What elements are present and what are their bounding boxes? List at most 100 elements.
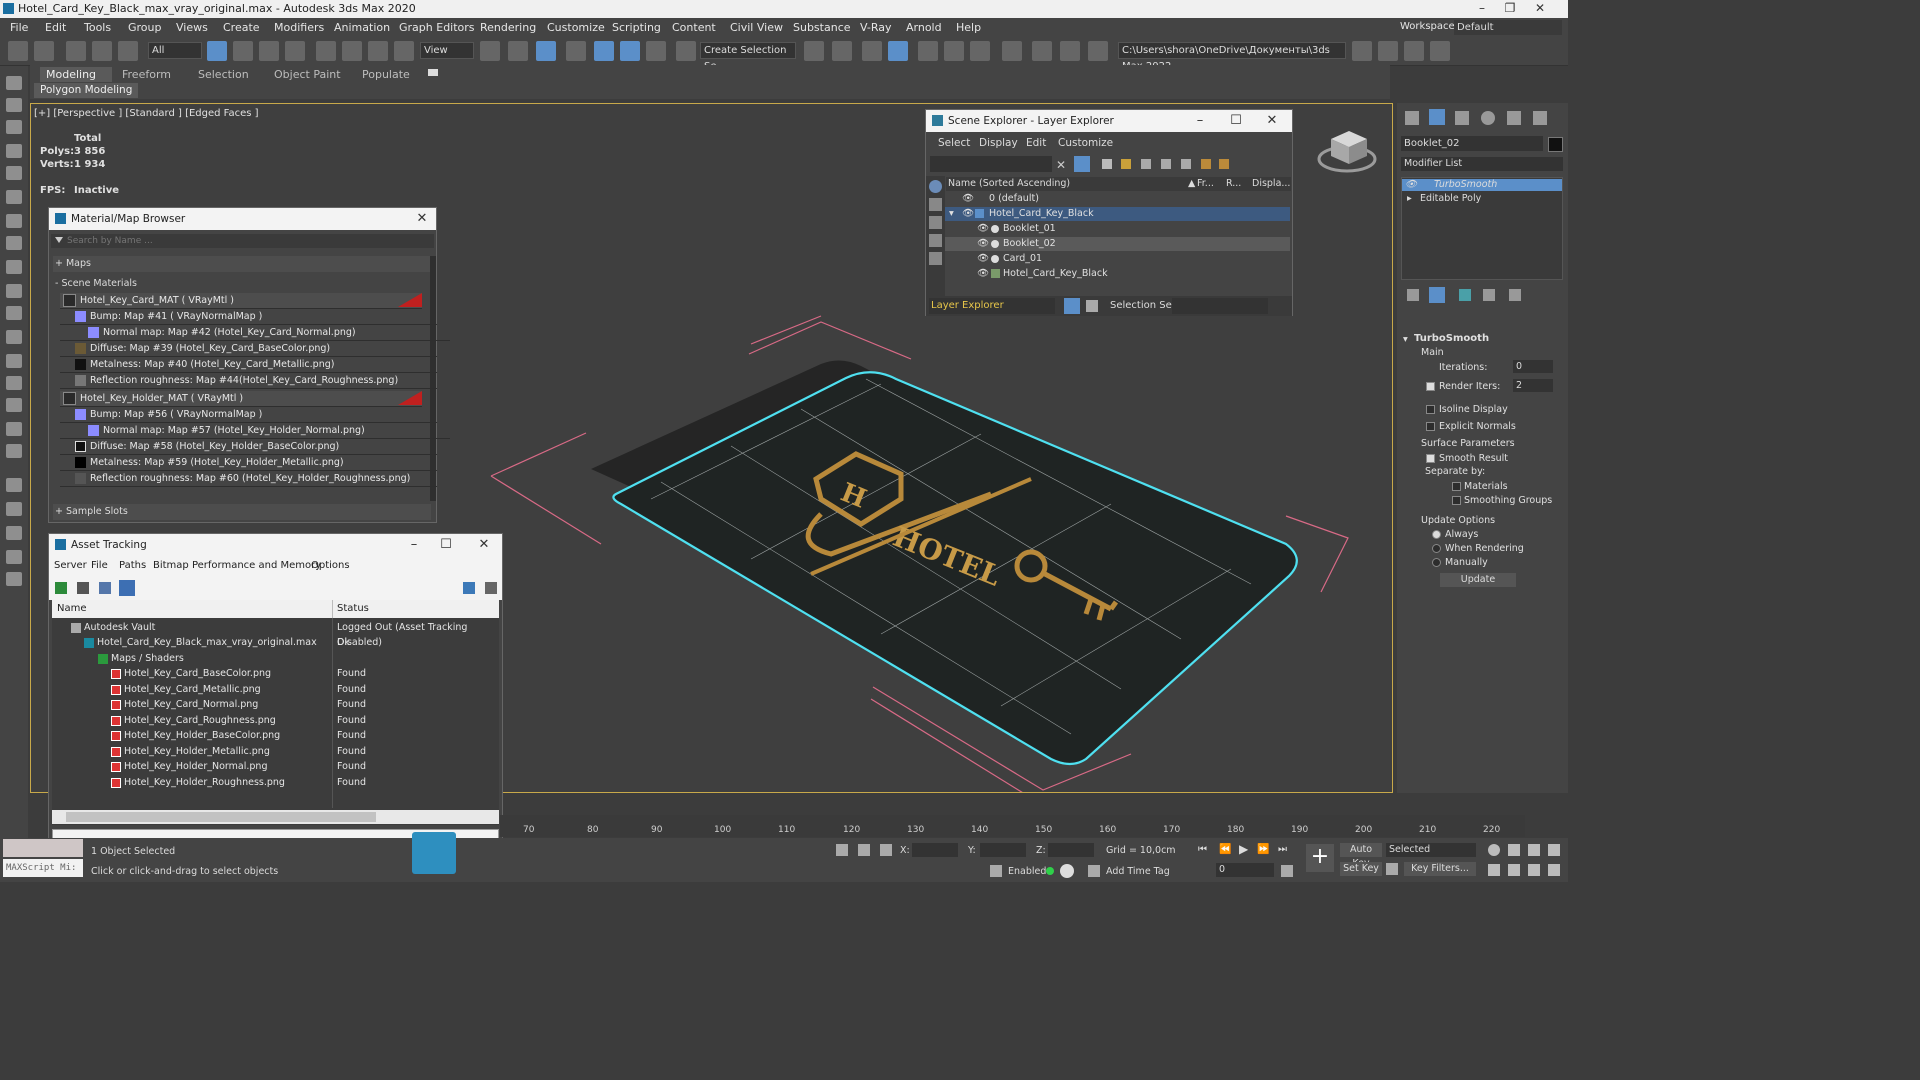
sun-icon[interactable] <box>6 144 22 158</box>
menu-content[interactable]: Content <box>672 21 716 34</box>
table-row[interactable]: Hotel_Key_Card_Metallic.png Found <box>53 682 500 697</box>
display-none-icon[interactable] <box>929 180 942 193</box>
configure-sets-icon[interactable] <box>1509 289 1521 301</box>
align-icon[interactable] <box>832 41 852 61</box>
sort-ascending-icon[interactable]: ▲ <box>1188 177 1195 191</box>
place-icon[interactable] <box>394 41 414 61</box>
render-iters-checkbox[interactable] <box>1426 382 1435 391</box>
layer-mode-icon[interactable] <box>1064 298 1080 314</box>
menu-create[interactable]: Create <box>223 21 260 34</box>
thumbnail-view-icon[interactable] <box>99 582 111 594</box>
table-row[interactable]: Hotel_Key_Card_Normal.png Found <box>53 697 500 712</box>
tools-icon[interactable] <box>6 478 22 492</box>
table-row[interactable]: Hotel_Key_Holder_Roughness.png Found <box>53 775 500 790</box>
hierarchy-tab-icon[interactable] <box>1455 111 1469 125</box>
menu-scripting[interactable]: Scripting <box>612 21 661 34</box>
edit-named-selection-icon[interactable] <box>676 41 696 61</box>
tab-modeling[interactable]: Modeling <box>40 67 112 82</box>
table-row[interactable]: 👁 Hotel_Card_Key_Black <box>945 267 1290 281</box>
adaptive-degradation-icon[interactable] <box>990 865 1002 877</box>
modify-tab-icon[interactable] <box>1429 109 1445 125</box>
list-item[interactable]: Diffuse: Map #58 (Hotel_Key_Holder_BaseC… <box>60 439 437 455</box>
asset-menu-paths[interactable]: Paths <box>119 560 146 571</box>
scene-maximize-icon[interactable]: ☐ <box>1222 110 1250 132</box>
turbosmooth-rollout-title[interactable]: TurboSmooth <box>1414 333 1489 344</box>
go-to-start-icon[interactable]: ⏮ <box>1198 844 1207 855</box>
go-to-end-icon[interactable]: ⏭ <box>1278 844 1287 855</box>
motion-tab-icon[interactable] <box>1481 111 1495 125</box>
snap-grid-icon[interactable] <box>6 550 22 564</box>
selected-key-dropdown[interactable]: Selected <box>1386 843 1476 857</box>
visibility-eye-icon[interactable]: 👁 <box>977 252 989 266</box>
reference-coord-dropdown[interactable]: View <box>420 42 474 59</box>
selection-filter-dropdown[interactable]: All <box>148 42 202 59</box>
keyboard-shortcut-icon[interactable] <box>536 41 556 61</box>
select-by-name-icon[interactable] <box>233 41 253 61</box>
list-item[interactable]: Hotel_Key_Holder_MAT ( VRayMtl ) <box>60 391 422 407</box>
tab-freeform[interactable]: Freeform <box>116 67 177 82</box>
asset-close-icon[interactable]: ✕ <box>470 534 498 556</box>
project-path-dropdown[interactable]: C:\Users\shora\OneDrive\Документы\3ds Ma… <box>1118 42 1346 72</box>
menu-group[interactable]: Group <box>128 21 162 34</box>
utilities-tab-icon[interactable] <box>1533 111 1547 125</box>
selection-lock-icon[interactable] <box>858 844 870 856</box>
list-item[interactable]: Diffuse: Map #39 (Hotel_Key_Card_BaseCol… <box>60 341 437 357</box>
update-button[interactable]: Update <box>1440 573 1516 587</box>
array-icon[interactable] <box>6 572 22 586</box>
save-icon[interactable] <box>1404 41 1424 61</box>
layer-stack-icon[interactable] <box>1181 159 1191 169</box>
table-row[interactable]: 👁 Booklet_01 <box>945 222 1290 236</box>
pin-stack-icon[interactable] <box>1407 289 1419 301</box>
helper-filter-icon[interactable] <box>929 252 942 265</box>
asset-settings-icon[interactable] <box>485 582 497 594</box>
refresh-icon[interactable] <box>55 582 67 594</box>
explorer-type-dropdown[interactable]: Layer Explorer <box>929 298 1055 314</box>
table-view-icon[interactable] <box>119 580 135 596</box>
curve-editor-icon[interactable] <box>918 41 938 61</box>
asset-minimize-icon[interactable]: – <box>400 534 428 556</box>
named-selection-dropdown[interactable]: Create Selection Se <box>700 42 796 72</box>
modifier-eye-icon[interactable]: 👁 <box>1405 179 1417 191</box>
collapse-arrow-icon[interactable]: ▾ <box>1403 334 1408 345</box>
menu-modifiers[interactable]: Modifiers <box>274 21 324 34</box>
visibility-eye-icon[interactable]: 👁 <box>977 222 989 236</box>
expand-arrow-icon[interactable]: ▾ <box>949 207 954 221</box>
next-frame-icon[interactable]: ⏩ <box>1257 844 1269 855</box>
percent-snap-icon[interactable] <box>620 41 640 61</box>
material-browser-close-icon[interactable]: ✕ <box>408 208 436 230</box>
auto-key-button[interactable]: Auto Key <box>1340 843 1382 869</box>
layers-icon[interactable] <box>1141 159 1151 169</box>
list-view-icon[interactable] <box>77 582 89 594</box>
visibility-eye-icon[interactable]: 👁 <box>962 192 974 206</box>
hierarchy-mode-icon[interactable] <box>1086 300 1098 312</box>
zoom-all-icon[interactable] <box>1508 844 1520 856</box>
help-icon[interactable] <box>6 444 22 458</box>
camera-filter-icon[interactable] <box>929 234 942 247</box>
table-row[interactable]: ▾ 👁 Hotel_Card_Key_Black <box>945 207 1290 221</box>
create-icon[interactable] <box>6 76 22 90</box>
scene-menu-customize[interactable]: Customize <box>1058 137 1113 149</box>
grid-icon[interactable] <box>6 354 22 368</box>
play-icon[interactable]: ▶ <box>1239 842 1248 856</box>
table-row[interactable]: 👁 Card_01 <box>945 252 1290 266</box>
asset-menu-bitmap[interactable]: Bitmap Performance and Memory <box>153 560 321 571</box>
light-icon[interactable] <box>6 120 22 134</box>
layer-manager-icon[interactable] <box>862 41 882 61</box>
smoothing-groups-checkbox[interactable] <box>1452 496 1461 505</box>
search-options-icon[interactable] <box>55 237 63 243</box>
move-to-layer-icon[interactable] <box>1161 159 1171 169</box>
visibility-eye-icon[interactable]: 👁 <box>977 267 989 281</box>
absolute-mode-icon[interactable] <box>880 844 892 856</box>
make-unique-icon[interactable] <box>1459 289 1471 301</box>
maximize-viewport-icon[interactable] <box>1548 864 1560 876</box>
table-row[interactable]: Hotel_Key_Card_BaseColor.png Found <box>53 666 500 681</box>
stack-item-editable-poly[interactable]: ▸ Editable Poly <box>1402 193 1562 205</box>
orbit-view-icon[interactable] <box>1528 864 1540 876</box>
schematic-view-icon[interactable] <box>944 41 964 61</box>
maximize-icon[interactable]: ❐ <box>1496 0 1524 18</box>
always-radio[interactable] <box>1432 530 1441 539</box>
menu-substance[interactable]: Substance <box>793 21 851 34</box>
list-item[interactable]: Bump: Map #41 ( VRayNormalMap ) <box>60 309 437 325</box>
stack-item-turbosmooth[interactable]: 👁 TurboSmooth <box>1402 179 1562 191</box>
y-coord-field[interactable] <box>980 843 1026 857</box>
